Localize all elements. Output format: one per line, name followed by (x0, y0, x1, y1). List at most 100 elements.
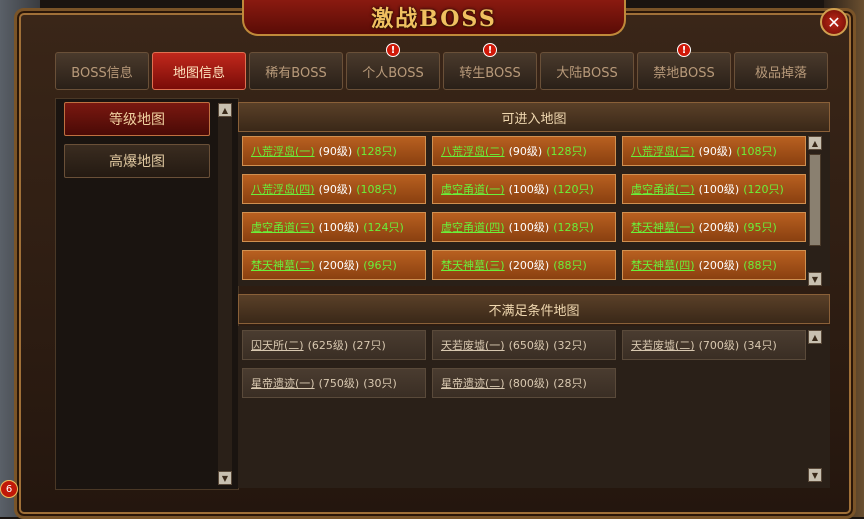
tab-label: 地图信息 (172, 65, 225, 81)
enterable-scroll-thumb[interactable] (809, 154, 821, 246)
map-level: (90级) (698, 145, 733, 158)
map-cell[interactable]: 梵天神墓(四) (200级) (88只) (622, 250, 806, 280)
map-cell[interactable]: 虚空甬道(一) (100级) (120只) (432, 174, 616, 204)
monster-count: (120只) (553, 183, 594, 196)
map-level: (100级) (318, 221, 360, 234)
tab-5[interactable]: 大陆BOSS (540, 52, 634, 90)
monster-count: (96只) (363, 259, 397, 272)
map-name: 梵天神墓(三) (441, 259, 505, 272)
map-level: (200级) (698, 221, 740, 234)
map-cell[interactable]: 虚空甬道(四) (100级) (128只) (432, 212, 616, 242)
notification-badge[interactable]: 6 (0, 480, 18, 498)
sidebar-item-high-drop-map[interactable]: 高爆地图 (64, 144, 210, 178)
map-cell[interactable]: 天若废墟(二) (700级) (34只) (622, 330, 806, 360)
map-level: (625级) (307, 339, 349, 352)
tab-label: 转生BOSS (459, 65, 521, 81)
monster-count: (34只) (743, 339, 777, 352)
tab-4[interactable]: 转生BOSS! (443, 43, 537, 90)
tab-1[interactable]: 地图信息 (152, 52, 246, 90)
map-cell[interactable]: 星帝遗迹(一) (750级) (30只) (242, 368, 426, 398)
tab-3[interactable]: 个人BOSS! (346, 43, 440, 90)
enterable-section-title: 可进入地图 (238, 102, 830, 132)
monster-count: (120只) (743, 183, 784, 196)
tab-2[interactable]: 稀有BOSS (249, 52, 343, 90)
map-name: 八荒浮岛(三) (631, 145, 695, 158)
map-level: (650级) (508, 339, 550, 352)
map-cell[interactable]: 梵天神墓(三) (200级) (88只) (432, 250, 616, 280)
map-level: (90级) (508, 145, 543, 158)
monster-count: (108只) (736, 145, 777, 158)
map-name: 八荒浮岛(一) (251, 145, 315, 158)
alert-icon: ! (386, 43, 400, 57)
map-name: 八荒浮岛(四) (251, 183, 315, 196)
monster-count: (108只) (356, 183, 397, 196)
enterable-map-grid: 八荒浮岛(一) (90级) (128只) 八荒浮岛(二) (90级) (128只) 八荒浮岛… (238, 132, 830, 286)
map-name: 虚空甬道(四) (441, 221, 505, 234)
monster-count: (128只) (546, 145, 587, 158)
sidebar-item-level-map[interactable]: 等级地图 (64, 102, 210, 136)
map-cell[interactable]: 梵天神墓(二) (200级) (96只) (242, 250, 426, 280)
map-name: 虚空甬道(二) (631, 183, 695, 196)
map-level: (100级) (508, 183, 550, 196)
map-cell[interactable]: 八荒浮岛(一) (90级) (128只) (242, 136, 426, 166)
map-cell[interactable]: 梵天神墓(一) (200级) (95只) (622, 212, 806, 242)
map-cell[interactable]: 囚天所(二) (625级) (27只) (242, 330, 426, 360)
sidebar-scrollbar[interactable]: ▲ ▼ (218, 103, 232, 485)
sidebar-scroll-up-icon[interactable]: ▲ (218, 103, 232, 117)
map-cell[interactable]: 天若废墟(一) (650级) (32只) (432, 330, 616, 360)
map-name: 梵天神墓(二) (251, 259, 315, 272)
monster-count: (30只) (363, 377, 397, 390)
map-level: (200级) (508, 259, 550, 272)
close-button[interactable]: ✕ (820, 8, 848, 36)
map-panel: 可进入地图 八荒浮岛(一) (90级) (128只) 八荒浮岛(二) (90级) (128… (238, 98, 830, 488)
map-cell[interactable]: 星帝遗迹(二) (800级) (28只) (432, 368, 616, 398)
map-name: 星帝遗迹(一) (251, 377, 315, 390)
map-cell[interactable]: 八荒浮岛(二) (90级) (128只) (432, 136, 616, 166)
tab-label: 稀有BOSS (265, 65, 327, 81)
tab-label: BOSS信息 (71, 65, 133, 81)
map-name: 梵天神墓(一) (631, 221, 695, 234)
map-name: 梵天神墓(四) (631, 259, 695, 272)
locked-scrollbar[interactable]: ▲ ▼ (808, 330, 822, 482)
map-cell[interactable]: 虚空甬道(二) (100级) (120只) (622, 174, 806, 204)
map-level: (750级) (318, 377, 360, 390)
monster-count: (32只) (553, 339, 587, 352)
tab-label: 禁地BOSS (653, 65, 715, 81)
monster-count: (95只) (743, 221, 777, 234)
locked-scroll-down-icon[interactable]: ▼ (808, 468, 822, 482)
enterable-scroll-up-icon[interactable]: ▲ (808, 136, 822, 150)
tab-label: 个人BOSS (362, 65, 424, 81)
locked-map-grid: 囚天所(二) (625级) (27只) 天若废墟(一) (650级) (32只) 天若废墟(… (238, 326, 830, 488)
map-cell[interactable]: 八荒浮岛(三) (90级) (108只) (622, 136, 806, 166)
map-name: 虚空甬道(三) (251, 221, 315, 234)
map-level: (200级) (318, 259, 360, 272)
monster-count: (27只) (352, 339, 386, 352)
map-name: 天若废墟(一) (441, 339, 505, 352)
monster-count: (28只) (553, 377, 587, 390)
map-name: 天若废墟(二) (631, 339, 695, 352)
map-cell[interactable]: 八荒浮岛(四) (90级) (108只) (242, 174, 426, 204)
tab-bar: BOSS信息 地图信息 稀有BOSS 个人BOSS! 转生BOSS! 大陆BOSS 禁地BO… (55, 43, 828, 90)
tab-7[interactable]: 极品掉落 (734, 52, 828, 90)
map-level: (90级) (318, 183, 353, 196)
tab-0[interactable]: BOSS信息 (55, 52, 149, 90)
tab-6[interactable]: 禁地BOSS! (637, 43, 731, 90)
enterable-scrollbar[interactable]: ▲ ▼ (808, 136, 822, 286)
monster-count: (128只) (553, 221, 594, 234)
enterable-scroll-down-icon[interactable]: ▼ (808, 272, 822, 286)
map-cell[interactable]: 虚空甬道(三) (100级) (124只) (242, 212, 426, 242)
map-level: (90级) (318, 145, 353, 158)
map-name: 囚天所(二) (251, 339, 304, 352)
sidebar-scroll-down-icon[interactable]: ▼ (218, 471, 232, 485)
map-level: (100级) (698, 183, 740, 196)
map-name: 八荒浮岛(二) (441, 145, 505, 158)
locked-scroll-up-icon[interactable]: ▲ (808, 330, 822, 344)
map-level: (700级) (698, 339, 740, 352)
tab-label: 极品掉落 (754, 65, 807, 81)
window-title-plate: 激战BOSS (242, 0, 626, 36)
alert-icon: ! (483, 43, 497, 57)
monster-count: (88只) (743, 259, 777, 272)
alert-icon: ! (677, 43, 691, 57)
sidebar: 等级地图 高爆地图 ▲ ▼ (55, 98, 239, 490)
monster-count: (124只) (363, 221, 404, 234)
